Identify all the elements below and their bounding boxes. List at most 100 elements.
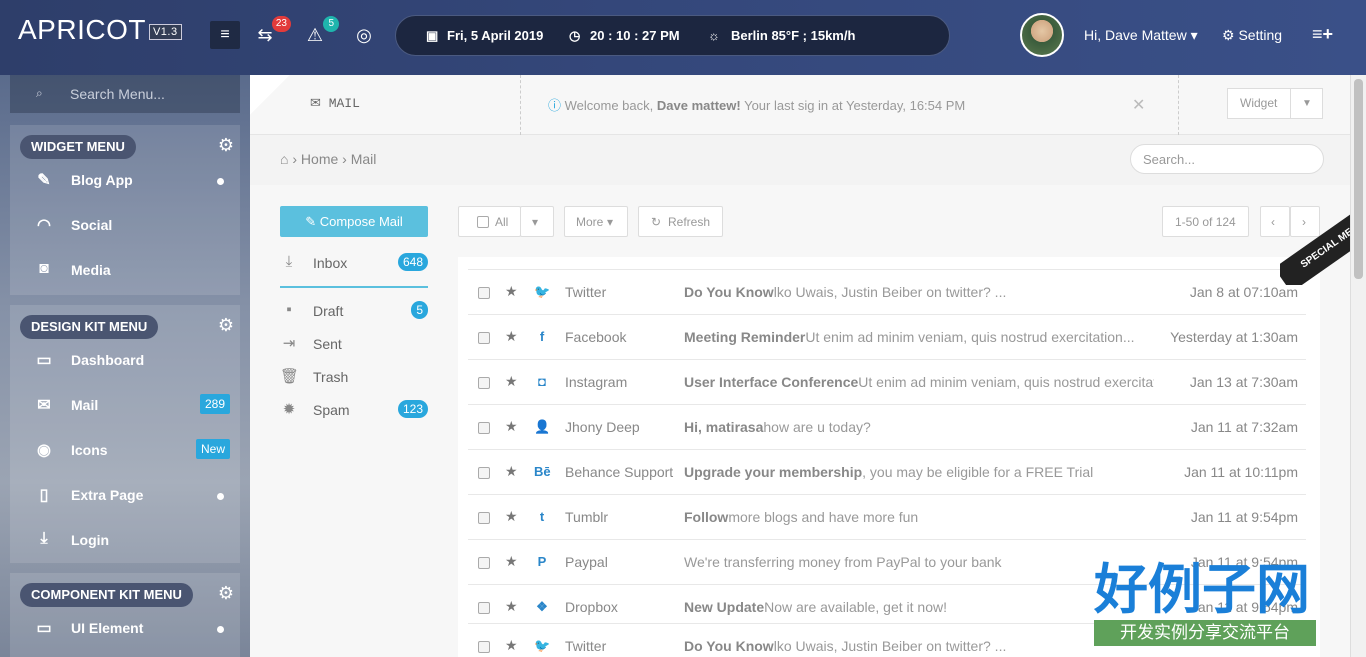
menu-search-input[interactable]: ⌕ Search Menu... (10, 75, 240, 113)
messages-icon[interactable]: ⇆ 23 (253, 16, 291, 48)
row-checkbox[interactable] (478, 602, 490, 614)
table-row[interactable]: ★ t Tumblr Followmore blogs and have more f… (468, 494, 1306, 539)
row-checkbox[interactable] (478, 287, 490, 299)
brand-logo[interactable]: APRICOT V1.3 (18, 14, 182, 46)
sidebar-item-extra-page[interactable]: ▯ Extra Page (10, 476, 240, 516)
row-checkbox[interactable] (478, 467, 490, 479)
compose-mail-button[interactable]: ✎ Compose Mail (280, 206, 428, 237)
folder-label: Spam (313, 402, 350, 418)
widget-menu-title: WIDGET MENU (20, 135, 136, 159)
gear-icon[interactable]: ⚙ (218, 583, 234, 604)
chevron-down-icon[interactable]: ▼ (1290, 89, 1323, 118)
row-checkbox[interactable] (478, 422, 490, 434)
mail-subject-text: We're transferring money from PayPal to … (684, 554, 1002, 570)
sidebar-item-dashboard[interactable]: ▭ Dashboard (10, 341, 240, 381)
sidebar-item-mail[interactable]: ✉ Mail 289 (10, 386, 240, 426)
row-checkbox[interactable] (478, 332, 490, 344)
refresh-label: Refresh (668, 215, 711, 229)
sidebar-item-social[interactable]: ◠ Social (10, 206, 240, 246)
sidebar-item-label: Social (71, 217, 113, 233)
gear-icon: ⚙ (1222, 27, 1239, 43)
star-icon[interactable]: ★ (505, 283, 518, 300)
table-row[interactable]: ★ ◘ Instagram User Interface ConferenceUt e… (468, 359, 1306, 404)
sidebar: ⌕ Search Menu... WIDGET MENU ⚙ ✎ Blog Ap… (0, 75, 250, 657)
close-icon[interactable]: ✕ (1132, 95, 1145, 115)
widget-dropdown-button[interactable]: Widget ▼ (1227, 88, 1323, 119)
component-kit-menu-title: COMPONENT KIT MENU (20, 583, 193, 607)
row-checkbox[interactable] (478, 512, 490, 524)
star-icon[interactable]: ★ (505, 508, 518, 525)
mail-date: Yesterday at 1:30am (1170, 329, 1298, 345)
sidebar-item-icons[interactable]: ◉ Icons New (10, 431, 240, 471)
gear-icon[interactable]: ⚙ (218, 135, 234, 156)
date-text: Fri, 5 April 2019 (447, 28, 544, 43)
add-menu-icon[interactable]: ≡+ (1312, 24, 1333, 45)
star-icon[interactable]: ★ (505, 328, 518, 345)
twitter-icon: 🐦 (534, 638, 551, 653)
sidebar-item-ui-element[interactable]: ▭ UI Element (10, 609, 240, 649)
alerts-badge: 5 (323, 16, 339, 32)
chevron-left-icon: ‹ (1271, 215, 1275, 229)
star-icon[interactable]: ★ (505, 553, 518, 570)
star-icon[interactable]: ★ (505, 637, 518, 654)
menu-toggle-button[interactable]: ≡ (210, 21, 240, 49)
scrollbar[interactable] (1350, 75, 1366, 657)
mail-count-badge: 289 (199, 394, 230, 414)
pagination-info: 1-50 of 124 (1162, 206, 1249, 237)
gear-icon[interactable]: ⚙ (218, 315, 234, 336)
table-row[interactable]: ★ f Facebook Meeting ReminderUt enim ad min… (468, 314, 1306, 359)
mail-subject-text: , you may be eligible for a FREE Trial (862, 464, 1094, 480)
widget-button-label: Widget (1240, 96, 1278, 110)
mail-subject: User Interface ConferenceUt enim ad mini… (684, 374, 1154, 390)
watermark-subtitle: 开发实例分享交流平台 (1094, 620, 1316, 646)
mail-icon: ✉ (310, 96, 329, 111)
chevron-down-icon: ▾ (607, 215, 614, 229)
table-row[interactable]: ★ 👤 Jhony Deep Hi, matirasahow are u today?… (468, 404, 1306, 449)
sidebar-item-login[interactable]: ⤓ Login (10, 521, 240, 561)
row-checkbox[interactable] (478, 641, 490, 653)
breadcrumb-home[interactable]: Home (301, 151, 338, 167)
select-all-button[interactable]: All (458, 206, 521, 237)
lifebuoy-icon[interactable]: ◎ (352, 24, 376, 48)
search-input[interactable]: Search... (1130, 144, 1324, 174)
rss-icon: ◠ (37, 217, 51, 234)
setting-link[interactable]: ⚙ Setting (1222, 27, 1282, 44)
mail-date: Jan 11 at 10:11pm (1184, 464, 1298, 480)
folder-draft[interactable]: ▪ Draft 5 (280, 301, 430, 325)
folder-sent[interactable]: ⇥ Sent (280, 334, 430, 358)
table-row[interactable]: ★ 🐦 Twitter Do You Knowlko Uwais, Justin Be… (468, 269, 1306, 314)
mail-subject-text: Now are available, get it now! (764, 599, 947, 615)
folder-trash[interactable]: 🗑 Trash (280, 367, 430, 391)
table-row[interactable]: ★ Bē Behance Support Upgrade your membershi… (468, 449, 1306, 494)
star-icon[interactable]: ★ (505, 418, 518, 435)
user-menu[interactable]: Hi, Dave Mattew ▾ (1084, 27, 1198, 44)
folder-spam[interactable]: ✹ Spam 123 (280, 400, 430, 424)
watermark-logo: 好例子网 (1094, 557, 1310, 621)
trash-icon: 🗑 (280, 368, 300, 385)
alert-icon[interactable]: ⚠ 5 (303, 16, 339, 48)
select-all-label: All (495, 215, 509, 229)
row-checkbox[interactable] (478, 557, 490, 569)
mail-subject-text: Ut enim ad minim veniam, quis nostrud ex… (805, 329, 1135, 345)
mail-subject-bold: Follow (684, 509, 729, 525)
home-icon[interactable]: ⌂ (280, 151, 288, 167)
file-icon: ▯ (39, 487, 49, 504)
sidebar-item-media[interactable]: ◙ Media (10, 251, 240, 291)
sidebar-item-blog-app[interactable]: ✎ Blog App (10, 161, 240, 201)
select-dropdown-button[interactable]: ▾ (520, 206, 554, 237)
scrollbar-thumb[interactable] (1354, 79, 1363, 279)
row-checkbox[interactable] (478, 377, 490, 389)
refresh-button[interactable]: ↻ Refresh (638, 206, 723, 237)
datetime-weather-bar: ▣ Fri, 5 April 2019 ◷ 20 : 10 : 27 PM ☼ … (395, 15, 950, 56)
behance-icon: Bē (534, 464, 551, 479)
pencil-icon: ✎ (305, 214, 320, 229)
star-icon[interactable]: ★ (505, 598, 518, 615)
avatar[interactable] (1020, 13, 1064, 57)
folder-inbox[interactable]: ⤓ Inbox 648 (280, 253, 430, 277)
mail-from: Instagram (565, 374, 628, 390)
mail-subject-bold: Do You Know (684, 638, 774, 654)
star-icon[interactable]: ★ (505, 373, 518, 390)
star-icon[interactable]: ★ (505, 463, 518, 480)
design-kit-menu-title: DESIGN KIT MENU (20, 315, 159, 339)
more-button[interactable]: More ▾ (564, 206, 628, 237)
